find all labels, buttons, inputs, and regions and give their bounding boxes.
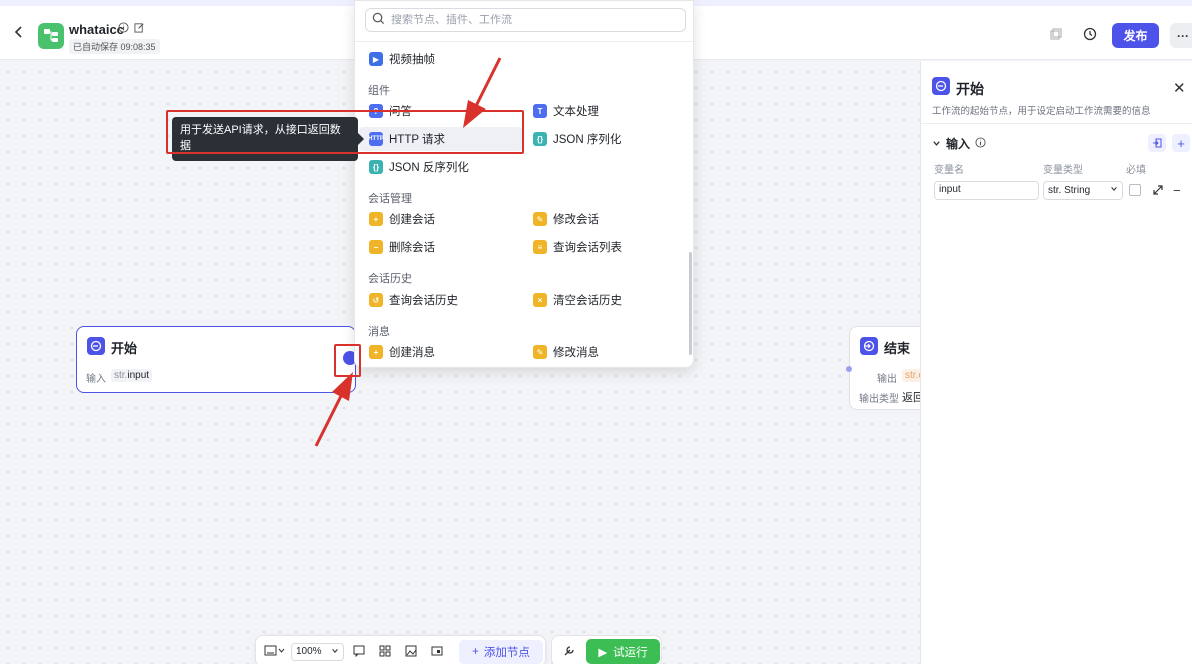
annotation-arrows [314,57,502,447]
